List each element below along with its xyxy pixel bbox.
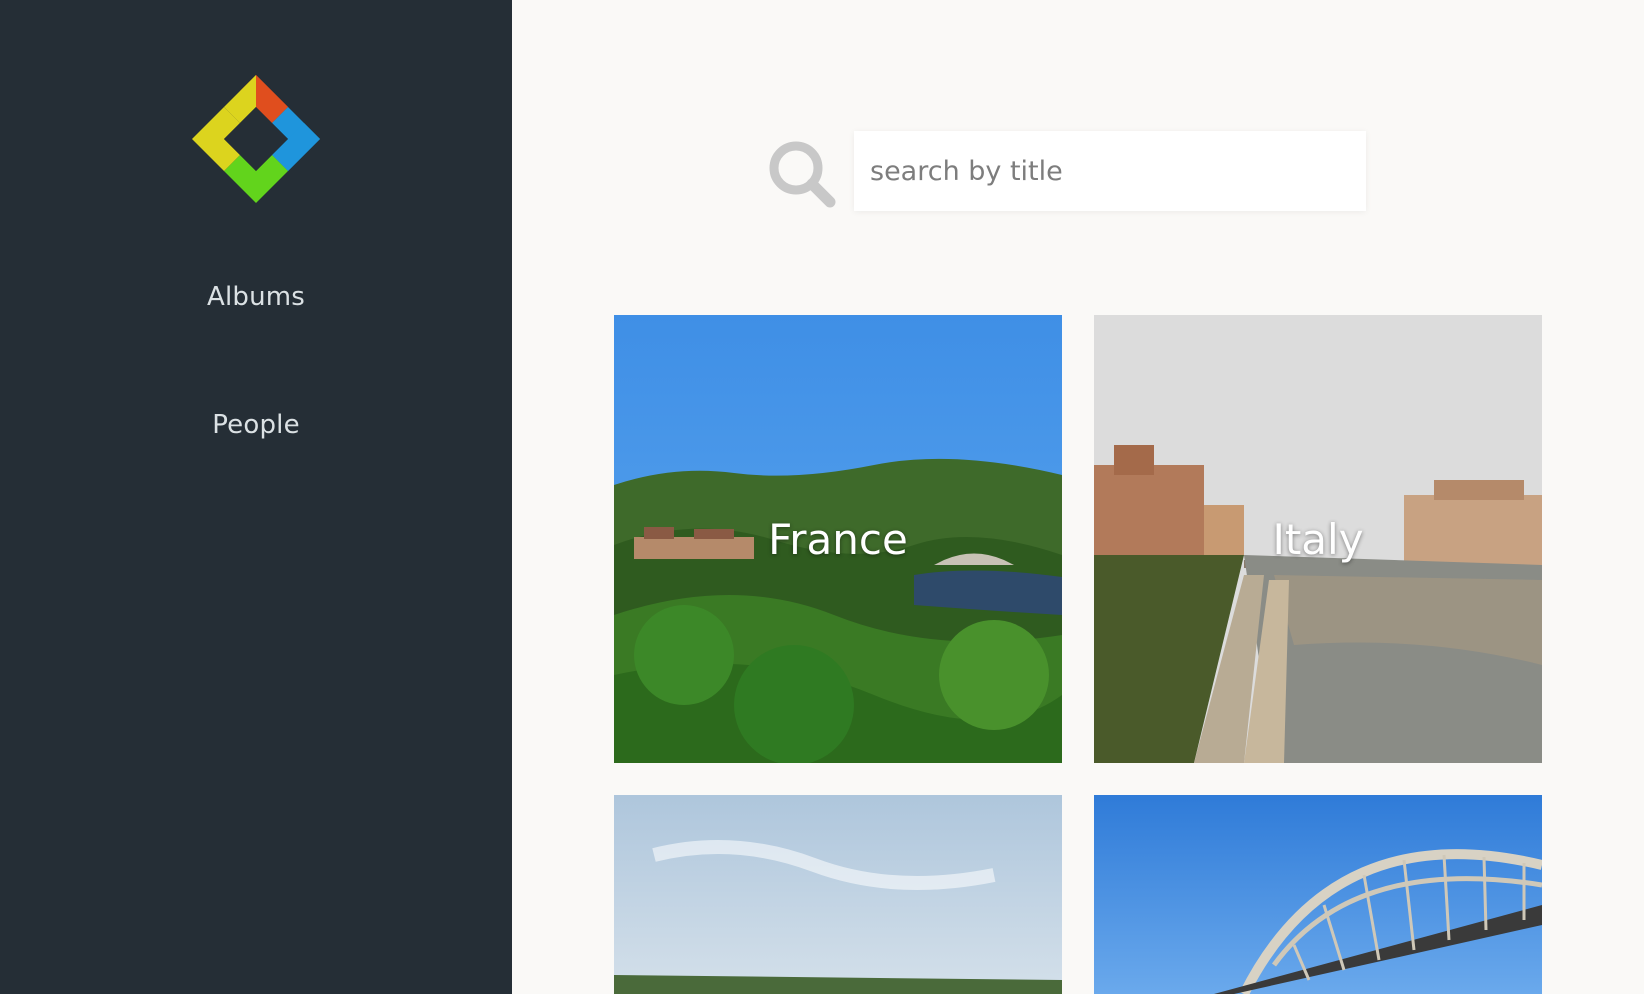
- album-card-france[interactable]: France: [614, 315, 1062, 763]
- search-input[interactable]: [854, 131, 1366, 211]
- search-icon[interactable]: [764, 138, 844, 218]
- sidebar: Albums People: [0, 0, 512, 994]
- album-card-italy[interactable]: Italy: [1094, 315, 1542, 763]
- album-title: Italy: [1272, 514, 1364, 564]
- app-window: Albums People search by title France Ita…: [0, 0, 1644, 994]
- album-title: [1094, 795, 1542, 994]
- diamond-logo-icon: [192, 75, 320, 203]
- main-content: France Italy: [512, 0, 1644, 994]
- album-card[interactable]: [1094, 795, 1542, 994]
- sidebar-item-albums[interactable]: Albums: [0, 282, 512, 312]
- album-title: [614, 795, 1062, 994]
- album-title: France: [768, 514, 908, 564]
- app-logo[interactable]: [192, 75, 320, 203]
- album-card[interactable]: [614, 795, 1062, 994]
- sidebar-item-people[interactable]: People: [0, 410, 512, 440]
